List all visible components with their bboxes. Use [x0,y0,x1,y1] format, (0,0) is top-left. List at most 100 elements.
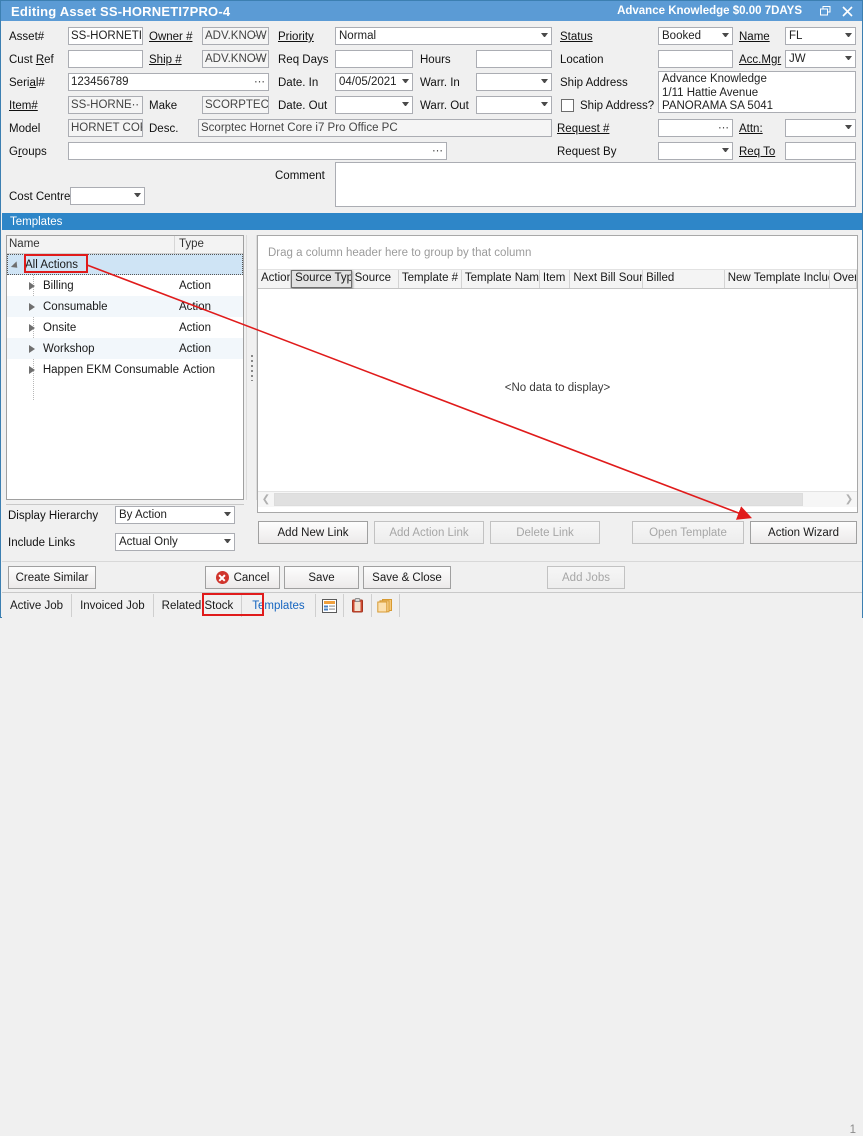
ship-address-textarea[interactable]: Advance Knowledge 1/11 Hattie Avenue PAN… [658,71,856,113]
grid-scroll-thumb[interactable] [274,493,803,506]
details-form-icon[interactable] [316,594,344,617]
desc-label: Desc. [149,123,178,135]
date-in-input[interactable]: 04/05/2021 [335,73,413,91]
tree-column-type[interactable]: Type [175,236,243,253]
tree-row-type-cell: Action [175,301,243,313]
model-input[interactable]: HORNET CORE [68,119,143,137]
scroll-right-arrow-icon[interactable]: ❯ [841,492,857,507]
templates-grid[interactable]: Drag a column header here to group by th… [257,235,858,513]
add-new-link-button[interactable]: Add New Link [258,521,368,544]
grid-horizontal-scrollbar[interactable]: ❮ ❯ [258,491,857,507]
tree-row-all-actions[interactable]: All Actions [7,254,243,275]
tree-row-type-cell: Action [179,364,243,376]
grid-column-billed[interactable]: Billed [643,270,725,288]
item-no-input[interactable]: SS-HORNE⋯ [68,96,143,114]
tree-row-happen-ekm-consumable[interactable]: Happen EKM Consumable Action [7,359,243,380]
grid-column-over[interactable]: Over [830,270,857,288]
asset-no-input[interactable]: SS-HORNETI7PRO-4 [68,27,143,45]
owner-no-input[interactable]: ADV.KNOW⋯ [202,27,269,45]
ship-address-checkbox-label: Ship Address? [580,100,654,112]
location-input[interactable] [658,50,733,68]
cust-ref-input[interactable] [68,50,143,68]
grid-column-template-name[interactable]: Template Name [462,270,540,288]
groups-ellipsis-icon[interactable]: ⋯ [432,143,444,159]
request-no-input[interactable]: ⋯ [658,119,733,137]
close-icon[interactable] [836,2,858,20]
tab-templates[interactable]: Templates [242,594,315,617]
comment-textarea[interactable] [335,162,856,207]
item-ellipsis-icon[interactable]: ⋯ [128,97,140,113]
save-button[interactable]: Save [284,566,359,589]
expand-triangle-icon[interactable] [29,303,37,311]
grid-column-next-bill-source[interactable]: Next Bill Source [570,270,643,288]
request-ellipsis-icon[interactable]: ⋯ [718,120,730,136]
add-action-link-button[interactable]: Add Action Link [374,521,484,544]
expand-triangle-icon[interactable] [29,324,37,332]
grid-column-source[interactable]: Source [352,270,399,288]
expand-triangle-icon[interactable] [29,282,37,290]
bottom-action-bar: Create Similar Cancel Save Save & Close … [2,561,862,593]
include-links-select[interactable]: Actual Only [115,533,235,551]
chevron-down-icon [722,33,729,37]
name-select[interactable]: FL [785,27,856,45]
tab-active-job[interactable]: Active Job [2,594,72,617]
collapse-triangle-icon[interactable] [13,260,22,269]
create-similar-button[interactable]: Create Similar [8,566,96,589]
restore-icon[interactable] [814,2,836,20]
status-select[interactable]: Booked [658,27,733,45]
req-days-input[interactable] [335,50,413,68]
cancel-button[interactable]: Cancel [205,566,280,589]
clipboard-icon[interactable] [344,594,372,617]
panel-splitter[interactable] [246,235,257,500]
make-input[interactable]: SCORPTEC [202,96,269,114]
tree-column-name[interactable]: Name [7,236,175,253]
desc-input[interactable]: Scorptec Hornet Core i7 Pro Office PC [198,119,552,137]
action-wizard-button[interactable]: Action Wizard [750,521,857,544]
location-label: Location [560,54,603,66]
delete-link-button[interactable]: Delete Link [490,521,600,544]
asset-no-label: Asset# [9,31,44,43]
ship-ellipsis-icon[interactable]: ⋯ [254,51,266,67]
tab-invoiced-job[interactable]: Invoiced Job [72,594,154,617]
tree-row-workshop[interactable]: Workshop Action [7,338,243,359]
expand-triangle-icon[interactable] [29,366,37,374]
chevron-down-icon [845,33,852,37]
open-template-button[interactable]: Open Template [632,521,744,544]
add-jobs-button[interactable]: Add Jobs [547,566,625,589]
copy-pages-icon[interactable] [372,594,400,617]
priority-select[interactable]: Normal [335,27,552,45]
request-by-select[interactable] [658,142,733,160]
templates-panel-header: Templates [2,213,862,230]
owner-ellipsis-icon[interactable]: ⋯ [254,28,266,44]
grid-column-template-no[interactable]: Template # [399,270,462,288]
cost-centre-select[interactable] [70,187,145,205]
tree-row-consumable[interactable]: Consumable Action [7,296,243,317]
display-hierarchy-select[interactable]: By Action [115,506,235,524]
templates-panel-body: Name Type All Actions Billing Action Con… [2,230,862,560]
ship-address-checkbox[interactable] [561,99,574,112]
grid-column-source-type[interactable]: Source Type [291,270,352,288]
grid-column-item[interactable]: Item [540,270,570,288]
serial-input[interactable]: 123456789⋯ [68,73,269,91]
tree-row-onsite[interactable]: Onsite Action [7,317,243,338]
req-to-input[interactable] [785,142,856,160]
attn-select[interactable] [785,119,856,137]
scroll-left-arrow-icon[interactable]: ❮ [258,492,274,507]
warr-out-input[interactable] [476,96,552,114]
grid-column-action[interactable]: Action [258,270,291,288]
acc-mgr-select[interactable]: JW [785,50,856,68]
tab-related-stock[interactable]: Related Stock [154,594,243,617]
hours-label: Hours [420,54,451,66]
grid-group-panel[interactable]: Drag a column header here to group by th… [258,236,857,270]
groups-input[interactable]: ⋯ [68,142,447,160]
save-and-close-button[interactable]: Save & Close [363,566,451,589]
grid-column-new-template-includes[interactable]: New Template Includes [725,270,830,288]
expand-triangle-icon[interactable] [29,345,37,353]
date-out-input[interactable] [335,96,413,114]
serial-ellipsis-icon[interactable]: ⋯ [254,74,266,90]
ship-no-input[interactable]: ADV.KNOW⋯ [202,50,269,68]
hours-input[interactable] [476,50,552,68]
tree-row-billing[interactable]: Billing Action [7,275,243,296]
templates-tree[interactable]: Name Type All Actions Billing Action Con… [6,235,244,500]
warr-in-input[interactable] [476,73,552,91]
